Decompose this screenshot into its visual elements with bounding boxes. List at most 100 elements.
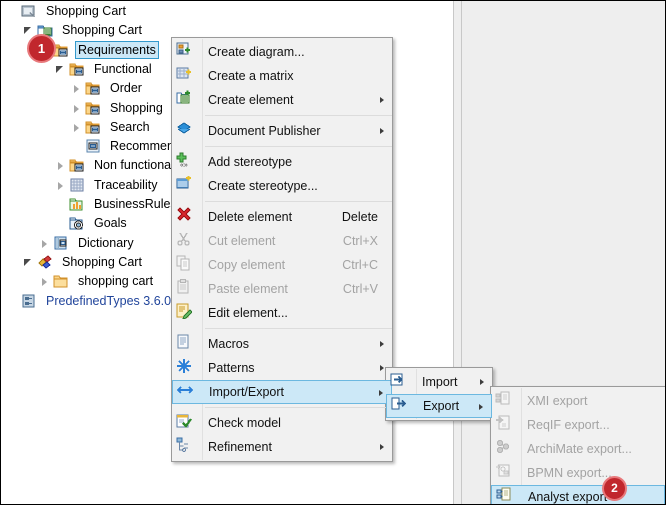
tree-item-label: Requirements (75, 41, 159, 60)
tree-item[interactable]: Goals (53, 214, 130, 233)
menu-item[interactable]: Edit element... (172, 301, 392, 325)
requirement-icon (85, 138, 102, 155)
tree-item-label: Shopping Cart (46, 4, 126, 18)
tree-expander-closed-icon[interactable] (53, 156, 69, 175)
tree-item[interactable]: BusinessRules (53, 195, 180, 214)
tree-item-label: Shopping Cart (62, 23, 142, 38)
tree-item[interactable]: Shopping Cart (5, 2, 129, 21)
tree-item[interactable]: Traceability (53, 176, 160, 195)
tree-item-label: Order (110, 81, 142, 96)
menu-item-label: Create a matrix (208, 69, 294, 83)
menu-item[interactable]: Patterns (172, 356, 392, 380)
create-diagram-icon (176, 42, 200, 62)
menu-item[interactable]: Create element (172, 88, 392, 112)
menu-item-accelerator: Ctrl+V (342, 282, 378, 296)
menu-item-label: Copy element (208, 258, 286, 272)
menu-item[interactable]: Import/Export (172, 380, 392, 404)
menu-item: Paste element Ctrl+V (172, 277, 392, 301)
create-element-icon (176, 90, 200, 110)
tree-item[interactable]: Functional (53, 60, 155, 79)
tree-item-label: Functional (94, 61, 152, 76)
tree-item[interactable]: Shopping (69, 99, 166, 118)
menu-separator (205, 407, 392, 408)
tree-item[interactable]: Non functional (53, 156, 177, 175)
menu-item-label: Create element (208, 93, 294, 107)
menu-item[interactable]: Macros (172, 332, 392, 356)
menu-item[interactable]: Create stereotype... (172, 174, 392, 198)
menu-item-label: ArchiMate export... (527, 442, 632, 456)
check-model-icon (176, 413, 200, 433)
menu-item-label: Delete element (208, 210, 293, 224)
submenu-arrow-icon (380, 341, 384, 347)
menu-item[interactable]: Refinement (172, 435, 392, 459)
create-stereotype-icon (176, 175, 200, 196)
menu-item-label: XMI export (527, 394, 588, 408)
annotation-badge-1: 1 (27, 34, 56, 63)
submenu-arrow-icon (380, 128, 384, 134)
goals-icon (69, 215, 86, 232)
predefined-types-icon (21, 293, 38, 310)
menu-item-label: Macros (208, 337, 249, 351)
tree-item[interactable]: shopping cart (37, 272, 156, 291)
tree-item[interactable]: Dictionary (37, 234, 137, 253)
import-icon (390, 372, 414, 392)
tree-expander-open-icon[interactable] (21, 253, 37, 272)
context-menu[interactable]: Create diagram... Create a matrix Create e… (171, 37, 393, 462)
menu-item: Cut element Ctrl+X (172, 229, 392, 253)
dictionary-icon (53, 235, 70, 252)
tree-expander-closed-icon[interactable] (69, 79, 85, 98)
menu-item-label: Patterns (208, 361, 255, 375)
tree-item[interactable]: Shopping Cart (21, 253, 145, 272)
tree-expander-closed-icon[interactable] (69, 99, 85, 118)
menu-item[interactable]: Document Publisher (172, 119, 392, 143)
menu-item-label: BPMN export... (527, 466, 612, 480)
tree-item-label: shopping cart (78, 274, 154, 289)
import-export-submenu[interactable]: Import Export (385, 367, 493, 421)
menu-separator (205, 115, 392, 116)
menu-item[interactable]: Analyst export (491, 485, 665, 504)
tree-expander-closed-icon[interactable] (37, 234, 53, 253)
menu-item-label: Import/Export (209, 385, 285, 399)
tree-expander-closed-icon[interactable] (69, 118, 85, 137)
tree-item[interactable]: PredefinedTypes 3.6.04 (5, 292, 181, 311)
menu-item[interactable]: Check model (172, 411, 392, 435)
menu-item-label: Refinement (208, 440, 272, 454)
menu-item[interactable]: «» Add stereotype (172, 150, 392, 174)
tree-item-label: Goals (94, 216, 127, 231)
submenu-arrow-icon (479, 404, 483, 410)
menu-item: BPMN export... (491, 461, 665, 485)
menu-item-accelerator: Ctrl+C (342, 258, 378, 272)
menu-separator (205, 328, 392, 329)
menu-item[interactable]: Import (386, 370, 492, 394)
tree-item[interactable]: Order (69, 79, 145, 98)
tree-item[interactable]: Search (69, 118, 153, 137)
menu-item[interactable]: Create diagram... (172, 40, 392, 64)
tree-item-label: PredefinedTypes 3.6.04 (46, 293, 179, 308)
analyst-export-icon (496, 487, 520, 504)
menu-item: XMI export (491, 389, 665, 413)
menu-item[interactable]: Delete element Delete (172, 205, 392, 229)
tree-item-label: Search (110, 119, 150, 134)
menu-item[interactable]: Create a matrix (172, 64, 392, 88)
patterns-icon (176, 358, 200, 378)
requirement-folder-icon (85, 119, 102, 136)
menu-item: Copy element Ctrl+C (172, 253, 392, 277)
submenu-arrow-icon (379, 390, 383, 396)
menu-item-label: Create diagram... (208, 45, 305, 59)
menu-item[interactable]: Export (386, 394, 492, 418)
xmi-export-icon (495, 391, 519, 411)
requirement-folder-icon (85, 80, 102, 97)
tree-expander-closed-icon[interactable] (53, 176, 69, 195)
menu-item-label: Cut element (208, 234, 276, 248)
tree-expander-open-icon[interactable] (53, 60, 69, 79)
menu-separator (205, 201, 392, 202)
businessrules-icon (69, 196, 86, 213)
export-submenu[interactable]: XMI export ReqIF export... ArchiMate expor… (490, 386, 665, 504)
tree-expander-closed-icon[interactable] (37, 272, 53, 291)
paste-icon (176, 279, 200, 299)
app-window: Shopping Cart Shopping Cart Requirements Fu… (0, 0, 666, 505)
annotation-badge-2: 2 (602, 476, 627, 501)
